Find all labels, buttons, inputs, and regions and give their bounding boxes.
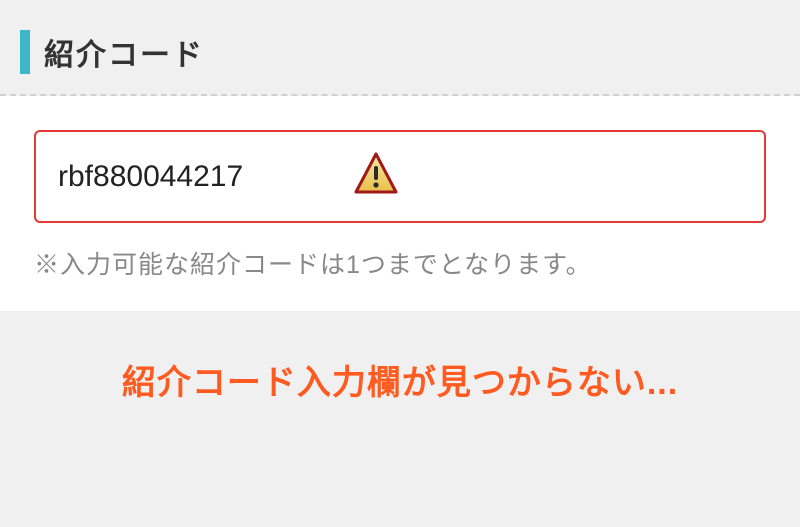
footer-section: 紹介コード入力欄が見つからない... [0, 311, 800, 444]
content-section: ※入力可能な紹介コードは1つまでとなります。 [0, 96, 800, 311]
help-text: ※入力可能な紹介コードは1つまでとなります。 [34, 245, 766, 281]
referral-code-field-wrapper [34, 130, 766, 223]
warning-icon [352, 150, 400, 203]
accent-bar [20, 30, 30, 74]
header-row: 紹介コード [20, 30, 780, 74]
section-title: 紹介コード [44, 30, 204, 74]
footer-message: 紹介コード入力欄が見つからない... [20, 355, 780, 404]
section-header: 紹介コード [0, 0, 800, 96]
referral-code-input[interactable] [58, 160, 340, 194]
